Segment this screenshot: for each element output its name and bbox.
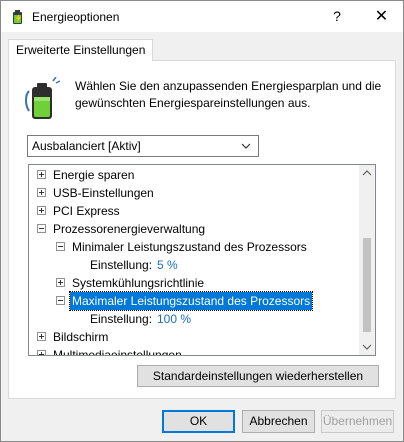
setting-value[interactable]: 100 % [157, 310, 191, 328]
restore-defaults-button[interactable]: Standardeinstellungen wiederherstellen [137, 365, 379, 387]
setting-label: Einstellung: [90, 312, 153, 326]
tree-item-label-selected: Maximaler Leistungszustand des Prozessor… [68, 291, 314, 311]
expand-icon[interactable] [37, 332, 46, 341]
tree-item-label: Energie sparen [53, 168, 135, 182]
tree-scrollbar[interactable] [359, 165, 375, 355]
window-title: Energieoptionen [32, 10, 120, 24]
power-plan-select[interactable]: Ausbalanciert [Aktiv] [27, 135, 259, 157]
cancel-button[interactable]: Abbrechen [242, 410, 315, 433]
expand-icon[interactable] [56, 278, 65, 287]
tree-item-label: Systemkühlungsrichtlinie [72, 276, 205, 290]
apply-button[interactable]: Übernehmen [321, 410, 394, 433]
power-plan-select-value: Ausbalanciert [Aktiv] [32, 139, 141, 153]
settings-tree[interactable]: Energie sparen USB-Einstellungen PCI Exp… [28, 164, 376, 356]
power-options-icon [13, 10, 22, 24]
scroll-up-icon[interactable] [359, 165, 375, 181]
chevron-down-icon [241, 143, 251, 149]
collapse-icon[interactable] [56, 296, 65, 305]
tree-item-label: Prozessorenergieverwaltung [53, 222, 206, 236]
power-options-window: Energieoptionen ? ✕ Erweiterte Einstellu… [0, 0, 404, 442]
scroll-down-icon[interactable] [359, 339, 375, 355]
setting-label: Einstellung: [90, 258, 153, 272]
scrollbar-thumb[interactable] [363, 238, 371, 332]
tree-item-label: Bildschirm [53, 330, 109, 344]
tree-item-label: PCI Express [53, 204, 120, 218]
collapse-icon[interactable] [37, 224, 46, 233]
close-button[interactable]: ✕ [360, 1, 403, 32]
intro-text: Wählen Sie den anzupassenden Energiespar… [75, 79, 382, 110]
tree-item-label: Multimediaeinstellungen [53, 348, 182, 356]
tree-item-label: Minimaler Leistungszustand des Prozessor… [72, 240, 307, 254]
expand-icon[interactable] [37, 170, 46, 179]
help-button[interactable]: ? [314, 1, 360, 32]
tree-item-label: USB-Einstellungen [53, 186, 154, 200]
collapse-icon[interactable] [56, 242, 65, 251]
tab-advanced-settings[interactable]: Erweiterte Einstellungen [8, 39, 154, 61]
expand-icon[interactable] [37, 188, 46, 197]
title-bar[interactable]: Energieoptionen ? ✕ [1, 1, 403, 32]
setting-value[interactable]: 5 % [157, 256, 178, 274]
expand-icon[interactable] [37, 350, 46, 355]
battery-power-icon [25, 77, 61, 119]
ok-button[interactable]: OK [162, 410, 235, 433]
dialog-body: Erweiterte Einstellungen Wählen Sie den … [1, 32, 403, 441]
expand-icon[interactable] [37, 206, 46, 215]
